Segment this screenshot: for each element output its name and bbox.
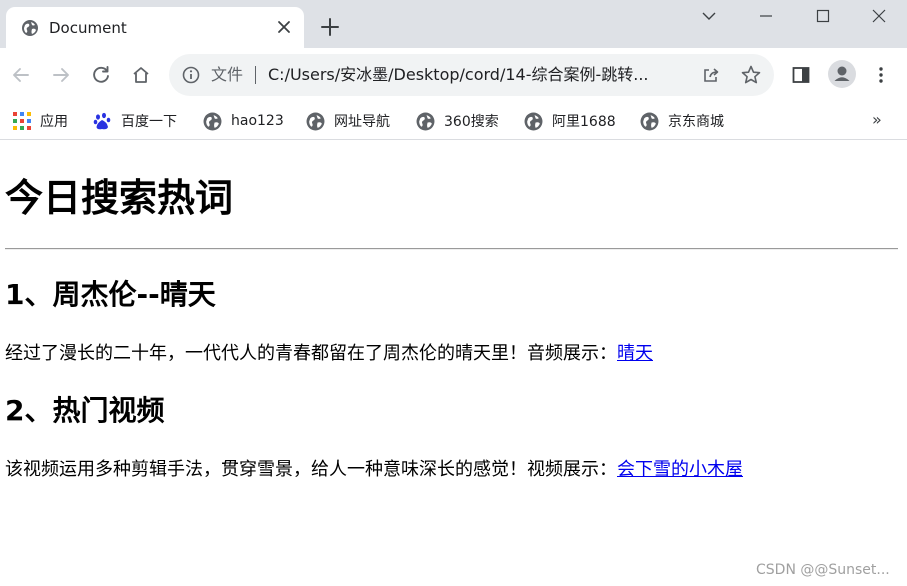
close-icon[interactable] bbox=[274, 17, 294, 37]
globe-icon bbox=[203, 112, 222, 130]
csdn-watermark: CSDN @@Sunset... bbox=[756, 562, 890, 578]
globe-icon bbox=[306, 112, 325, 130]
bookmark-label: hao123 bbox=[231, 113, 284, 129]
side-panel-icon bbox=[792, 67, 810, 83]
globe-icon bbox=[416, 112, 435, 130]
video-link-cabin[interactable]: 会下雪的小木屋 bbox=[617, 459, 743, 480]
arrow-left-icon bbox=[13, 68, 29, 82]
maximize-icon bbox=[816, 9, 830, 23]
browser-toolbar: 文件 C:/Users/安冰墨/Desktop/cord/14-综合案例-跳转.… bbox=[0, 48, 907, 102]
section-text: 经过了漫长的二十年，一代代人的青春都留在了周杰伦的晴天里！音频展示： bbox=[5, 343, 617, 364]
page-title: 今日搜索热词 bbox=[5, 176, 234, 220]
chevron-down-icon bbox=[702, 12, 716, 20]
close-window-button[interactable] bbox=[851, 0, 907, 32]
address-bar[interactable]: 文件 C:/Users/安冰墨/Desktop/cord/14-综合案例-跳转.… bbox=[169, 54, 774, 96]
bookmark-apps[interactable]: 应用 bbox=[13, 110, 68, 132]
bookmark-label: 百度一下 bbox=[121, 114, 177, 130]
globe-icon bbox=[640, 112, 659, 130]
bookmark-label: 阿里1688 bbox=[552, 114, 616, 130]
reload-button[interactable] bbox=[89, 63, 113, 87]
section-paragraph-video: 该视频运用多种剪辑手法，贯穿雪景，给人一种意味深长的感觉！视频展示：会下雪的小木… bbox=[5, 458, 743, 482]
arrow-right-icon bbox=[53, 68, 69, 82]
close-icon bbox=[872, 9, 886, 23]
audio-link-qingtian[interactable]: 晴天 bbox=[617, 343, 653, 364]
bookmark-hao123[interactable]: hao123 bbox=[203, 110, 284, 132]
maximize-button[interactable] bbox=[795, 0, 851, 32]
tab-title: Document bbox=[49, 19, 127, 37]
apps-grid-icon bbox=[13, 112, 31, 130]
horizontal-rule bbox=[5, 248, 898, 250]
url-scheme-label: 文件 bbox=[211, 65, 244, 84]
bookmark-label: 360搜索 bbox=[444, 114, 499, 130]
bookmark-label: 应用 bbox=[40, 114, 68, 130]
minimize-icon bbox=[760, 15, 772, 17]
back-button[interactable] bbox=[9, 63, 33, 87]
bookmark-360[interactable]: 360搜索 bbox=[416, 110, 499, 132]
minimize-button[interactable] bbox=[738, 0, 794, 32]
tab-search-button[interactable] bbox=[681, 0, 737, 32]
baidu-paw-icon bbox=[93, 112, 111, 129]
home-icon bbox=[133, 67, 149, 83]
bookmark-label: 网址导航 bbox=[334, 114, 390, 130]
address-separator bbox=[255, 66, 256, 84]
forward-button[interactable] bbox=[49, 63, 73, 87]
page-content: 今日搜索热词 1、周杰伦--晴天 经过了漫长的二十年，一代代人的青春都留在了周杰… bbox=[0, 141, 907, 586]
info-icon[interactable] bbox=[181, 65, 201, 85]
side-panel-button[interactable] bbox=[789, 63, 813, 87]
profile-icon bbox=[828, 60, 856, 88]
home-button[interactable] bbox=[129, 63, 153, 87]
globe-icon bbox=[524, 112, 543, 130]
bookmarks-bar: 应用 百度一下 hao123 网址导航 360搜索 阿里1688 京东商城 » bbox=[0, 102, 907, 140]
globe-icon bbox=[22, 20, 38, 36]
section-paragraph-audio: 经过了漫长的二十年，一代代人的青春都留在了周杰伦的晴天里！音频展示：晴天 bbox=[5, 342, 653, 366]
section-heading-hot-video: 2、热门视频 bbox=[5, 394, 165, 427]
url-text[interactable]: C:/Users/安冰墨/Desktop/cord/14-综合案例-跳转... bbox=[268, 64, 688, 86]
plus-icon[interactable] bbox=[319, 16, 341, 38]
bookmark-wangzhi[interactable]: 网址导航 bbox=[306, 110, 390, 132]
kebab-menu-icon bbox=[879, 67, 883, 83]
star-icon[interactable] bbox=[740, 64, 762, 86]
bookmark-1688[interactable]: 阿里1688 bbox=[524, 110, 616, 132]
bookmarks-overflow-button[interactable]: » bbox=[872, 110, 882, 129]
section-text: 该视频运用多种剪辑手法，贯穿雪景，给人一种意味深长的感觉！视频展示： bbox=[5, 459, 617, 480]
profile-button[interactable] bbox=[827, 59, 857, 89]
tab-strip: Document bbox=[0, 0, 907, 48]
share-icon[interactable] bbox=[701, 65, 721, 85]
menu-button[interactable] bbox=[869, 63, 893, 87]
tab-document[interactable]: Document bbox=[6, 7, 304, 48]
section-heading-jay-chou: 1、周杰伦--晴天 bbox=[5, 278, 216, 311]
bookmark-baidu[interactable]: 百度一下 bbox=[93, 110, 177, 132]
bookmark-label: 京东商城 bbox=[668, 114, 724, 130]
reload-icon bbox=[93, 66, 109, 83]
bookmark-jd[interactable]: 京东商城 bbox=[640, 110, 724, 132]
